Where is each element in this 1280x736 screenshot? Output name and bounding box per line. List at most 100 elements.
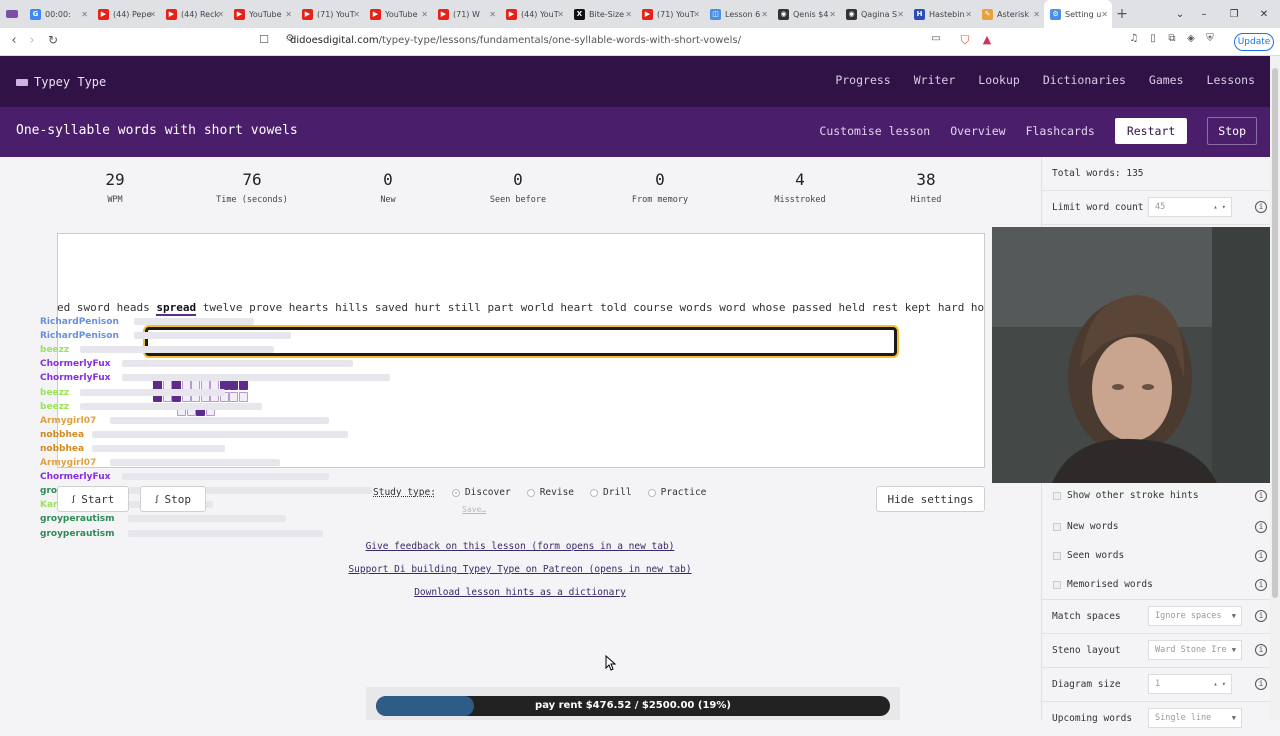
diagram-size-input[interactable]: 1 ▴ ▾: [1148, 674, 1232, 694]
seen-words-row[interactable]: Seen words i: [1042, 542, 1271, 571]
download-hints-link[interactable]: Download lesson hints as a dictionary: [320, 587, 720, 598]
browser-tab[interactable]: ▶ (44) Pepe ✕: [92, 0, 160, 28]
hide-settings-button[interactable]: Hide settings: [876, 486, 985, 512]
stop-button[interactable]: ꭍ Stop: [140, 486, 206, 512]
browser-tab[interactable]: ✎ Asterisk ✕: [976, 0, 1044, 28]
tab-close-icon[interactable]: ✕: [489, 10, 496, 19]
browser-tab[interactable]: ▶ (71) YouT ✕: [636, 0, 704, 28]
flashcards-link[interactable]: Flashcards: [1026, 124, 1095, 138]
cast-icon[interactable]: ▭: [926, 33, 946, 44]
total-words: Total words: 135: [1052, 168, 1144, 179]
info-icon[interactable]: i: [1255, 678, 1267, 690]
browser-tab[interactable]: ⚙ Setting u ✕: [1044, 0, 1112, 28]
tab-close-icon[interactable]: ✕: [829, 10, 836, 19]
checkbox-icon[interactable]: [1053, 552, 1061, 560]
tab-favicon-icon: ▶: [642, 8, 653, 20]
info-icon[interactable]: i: [1255, 579, 1267, 591]
tab-close-icon[interactable]: ✕: [897, 10, 904, 19]
info-icon[interactable]: i: [1255, 521, 1267, 533]
nav-lookup[interactable]: Lookup: [978, 73, 1020, 87]
info-icon[interactable]: i: [1255, 644, 1267, 656]
forward-icon[interactable]: ›: [22, 33, 42, 48]
limit-word-count-input[interactable]: 45 ▴ ▾: [1148, 197, 1232, 217]
patreon-link[interactable]: Support Di building Typey Type on Patreo…: [320, 564, 720, 575]
feedback-link[interactable]: Give feedback on this lesson (form opens…: [320, 541, 720, 552]
update-button[interactable]: Update: [1234, 33, 1274, 51]
nav-lessons[interactable]: Lessons: [1207, 73, 1255, 87]
steno-layout-select[interactable]: Ward Stone Ire ▼: [1148, 640, 1242, 660]
vpn-icon[interactable]: ⛨: [1200, 33, 1220, 44]
tab-close-icon[interactable]: ✕: [1033, 10, 1040, 19]
browser-tab[interactable]: ◉ Qenis $4 ✕: [772, 0, 840, 28]
overview-link[interactable]: Overview: [950, 124, 1005, 138]
nav-games[interactable]: Games: [1149, 73, 1184, 87]
tab-close-icon[interactable]: ✕: [965, 10, 972, 19]
browser-tab[interactable]: X Bite-Size ✕: [568, 0, 636, 28]
restart-button[interactable]: Restart: [1114, 118, 1188, 144]
back-icon[interactable]: ‹: [4, 33, 24, 48]
study-discover[interactable]: Discover: [451, 487, 511, 498]
customise-lesson-link[interactable]: Customise lesson: [819, 124, 930, 138]
upcoming-words-select[interactable]: Single line ▼: [1148, 708, 1242, 728]
memorised-words-row[interactable]: Memorised words i: [1042, 571, 1271, 600]
browser-tab[interactable]: ▶ (44) Reck ✕: [160, 0, 228, 28]
tab-close-icon[interactable]: ✕: [285, 10, 292, 19]
nav-writer[interactable]: Writer: [914, 73, 956, 87]
checkbox-icon[interactable]: [1053, 581, 1061, 589]
tab-close-icon[interactable]: ✕: [557, 10, 564, 19]
media-icon[interactable]: ♫: [1124, 33, 1144, 44]
tab-favicon-icon: ▶: [98, 8, 109, 20]
brave-rewards-icon[interactable]: ▲: [977, 33, 997, 46]
sidebar-icon[interactable]: ▯: [1143, 33, 1163, 44]
info-icon[interactable]: i: [1255, 550, 1267, 562]
nav-progress[interactable]: Progress: [835, 73, 890, 87]
study-practice[interactable]: Practice: [647, 487, 706, 498]
browser-tab[interactable]: H Hastebin ✕: [908, 0, 976, 28]
study-revise[interactable]: Revise: [526, 487, 574, 498]
maximize-icon[interactable]: ❐: [1220, 0, 1248, 28]
tab-search-icon[interactable]: [0, 0, 24, 28]
close-window-icon[interactable]: ✕: [1250, 0, 1278, 28]
page-scrollbar[interactable]: [1270, 56, 1280, 720]
browser-tab[interactable]: ◫ Lesson 6 ✕: [704, 0, 772, 28]
study-drill[interactable]: Drill: [590, 487, 632, 498]
bookmark-icon[interactable]: ☐: [254, 33, 274, 46]
save-link[interactable]: Save…: [462, 505, 486, 514]
tab-close-icon[interactable]: ✕: [149, 10, 156, 19]
extensions-icon[interactable]: ⧉: [1162, 33, 1182, 44]
new-words-row[interactable]: New words i: [1042, 513, 1271, 542]
stop-lesson-button[interactable]: Stop: [1207, 117, 1257, 145]
browser-tab[interactable]: ▶ (44) YouT ✕: [500, 0, 568, 28]
info-icon[interactable]: i: [1255, 610, 1267, 622]
site-logo[interactable]: Typey Type: [16, 75, 106, 89]
wallet-icon[interactable]: ◈: [1181, 33, 1201, 44]
tab-close-icon[interactable]: ✕: [217, 10, 224, 19]
tab-close-icon[interactable]: ✕: [761, 10, 768, 19]
checkbox-icon[interactable]: [1053, 492, 1061, 500]
browser-tab[interactable]: ▶ YouTube ✕: [228, 0, 296, 28]
new-tab-icon[interactable]: +: [1112, 6, 1132, 22]
tab-close-icon[interactable]: ✕: [81, 10, 88, 19]
tab-close-icon[interactable]: ✕: [1101, 10, 1108, 19]
tab-close-icon[interactable]: ✕: [625, 10, 632, 19]
info-icon[interactable]: i: [1255, 490, 1267, 502]
minimize-icon[interactable]: –: [1190, 0, 1218, 28]
tab-close-icon[interactable]: ✕: [693, 10, 700, 19]
browser-tab[interactable]: ▶ (71) W ✕: [432, 0, 500, 28]
browser-tab[interactable]: G 00:00: ✕: [24, 0, 92, 28]
show-other-hints-row[interactable]: Show other stroke hints i: [1042, 482, 1271, 510]
checkbox-icon[interactable]: [1053, 523, 1061, 531]
browser-tab[interactable]: ▶ (71) YouT ✕: [296, 0, 364, 28]
start-button[interactable]: ꭍ Start: [57, 486, 129, 512]
brave-shield-icon[interactable]: ⛉: [955, 33, 975, 48]
info-icon[interactable]: i: [1255, 201, 1267, 213]
reload-icon[interactable]: ↻: [43, 33, 63, 47]
tab-close-icon[interactable]: ✕: [421, 10, 428, 19]
url-field[interactable]: didoesdigital.com/typey-type/lessons/fun…: [290, 35, 741, 46]
browser-tab[interactable]: ◉ Qagina S ✕: [840, 0, 908, 28]
match-spaces-select[interactable]: Ignore spaces ▼: [1148, 606, 1242, 626]
nav-dictionaries[interactable]: Dictionaries: [1043, 73, 1126, 87]
browser-tab[interactable]: ▶ YouTube ✕: [364, 0, 432, 28]
scroll-thumb[interactable]: [1272, 68, 1278, 598]
tab-close-icon[interactable]: ✕: [353, 10, 360, 19]
